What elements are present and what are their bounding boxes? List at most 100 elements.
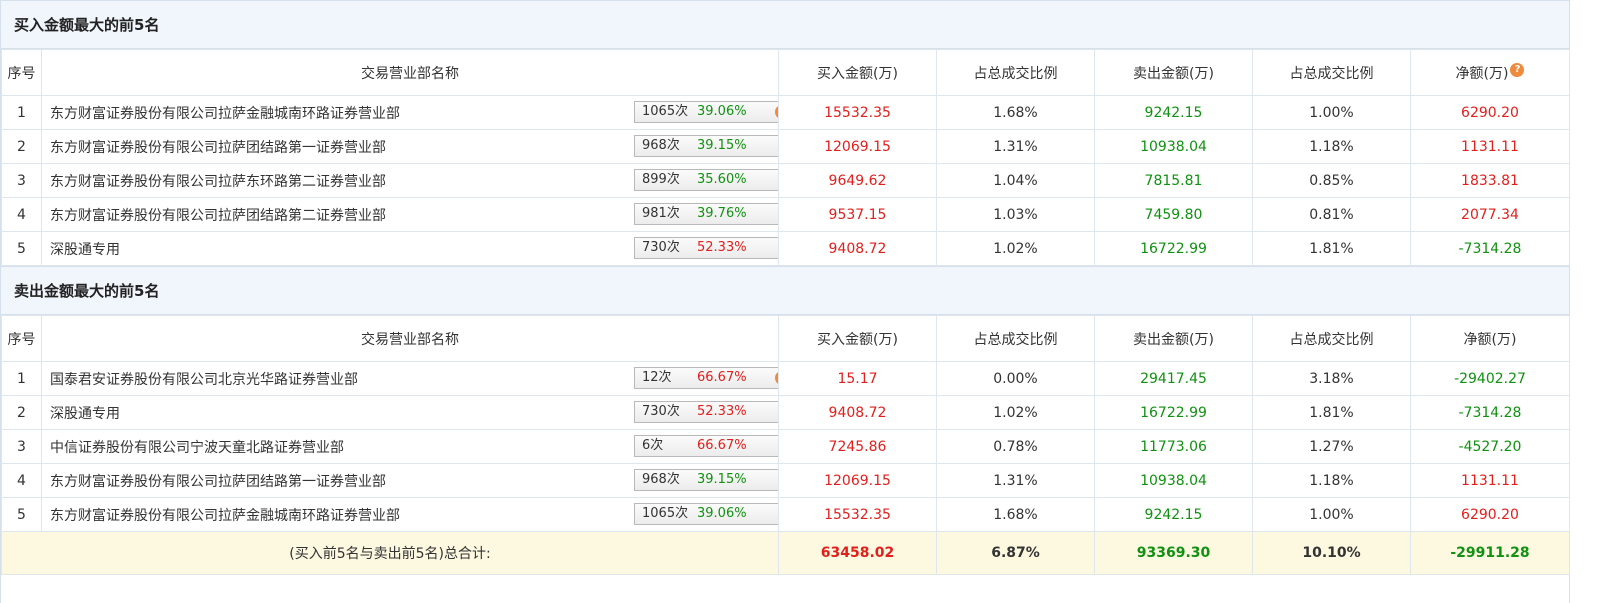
sell-ratio: 1.27% [1252, 429, 1411, 464]
broker-win-rate: 39.76% [697, 206, 747, 221]
row-no: 3 [1, 163, 42, 198]
broker-cell: 深股通专用 730次 52.33% [41, 395, 779, 430]
broker-count: 12次 [642, 370, 672, 385]
sell-amount: 16722.99 [1094, 231, 1253, 266]
broker-win-rate: 35.60% [697, 172, 747, 187]
buy-section-title: 买入金额最大的前5名 [1, 0, 1569, 49]
total-buy-ratio: 6.87% [936, 531, 1095, 575]
net-amount: 1833.81 [1410, 163, 1570, 198]
broker-name[interactable]: 深股通专用 [50, 242, 120, 258]
row-no: 5 [1, 231, 42, 266]
broker-count: 1065次 [642, 104, 689, 119]
col-sell-header: 卖出金额(万) [1094, 315, 1253, 362]
broker-stats-button[interactable]: 968次 39.15% [634, 135, 778, 157]
col-no-header: 序号 [1, 49, 42, 96]
broker-count: 6次 [642, 438, 664, 453]
total-buy: 63458.02 [778, 531, 937, 575]
sell-amount: 9242.15 [1094, 497, 1253, 532]
broker-win-rate: 39.15% [697, 472, 747, 487]
broker-stats-button[interactable]: 12次 66.67%? [634, 367, 778, 389]
broker-name[interactable]: 东方财富证券股份有限公司拉萨团结路第一证券营业部 [50, 140, 386, 156]
broker-stats-button[interactable]: 981次 39.76% [634, 203, 778, 225]
buy-ratio: 1.02% [936, 231, 1095, 266]
broker-cell: 东方财富证券股份有限公司拉萨团结路第一证券营业部 968次 39.15% [41, 463, 779, 498]
broker-stats-button[interactable]: 968次 39.15% [634, 469, 778, 491]
sell-top5-table: 序号 交易营业部名称 买入金额(万) 占总成交比例 卖出金额(万) 占总成交比例… [1, 315, 1570, 575]
sell-amount: 10938.04 [1094, 129, 1253, 164]
buy-ratio: 1.68% [936, 95, 1095, 130]
col-name-header: 交易营业部名称 [41, 315, 779, 362]
buy-amount: 7245.86 [778, 429, 937, 464]
broker-win-rate: 39.15% [697, 138, 747, 153]
broker-stats-button[interactable]: 6次 66.67% [634, 435, 778, 457]
buy-amount: 9649.62 [778, 163, 937, 198]
broker-name[interactable]: 东方财富证券股份有限公司拉萨金融城南环路证券营业部 [50, 508, 400, 524]
buy-amount: 12069.15 [778, 129, 937, 164]
broker-stats-button[interactable]: 730次 52.33% [634, 401, 778, 423]
net-header-label: 净额(万) [1455, 65, 1509, 82]
broker-name[interactable]: 国泰君安证券股份有限公司北京光华路证券营业部 [50, 372, 358, 388]
buy-amount: 12069.15 [778, 463, 937, 498]
table-row: 1 东方财富证券股份有限公司拉萨金融城南环路证券营业部 1065次 39.06%?15… [1, 95, 1570, 130]
broker-name[interactable]: 中信证券股份有限公司宁波天童北路证券营业部 [50, 440, 344, 456]
row-no: 1 [1, 361, 42, 396]
total-sell-ratio: 10.10% [1252, 531, 1411, 575]
broker-name[interactable]: 东方财富证券股份有限公司拉萨金融城南环路证券营业部 [50, 106, 400, 122]
help-icon[interactable]: ? [775, 105, 778, 119]
buy-amount: 9408.72 [778, 231, 937, 266]
sell-amount: 11773.06 [1094, 429, 1253, 464]
sell-ratio: 1.18% [1252, 463, 1411, 498]
net-amount: -4527.20 [1410, 429, 1570, 464]
buy-amount: 9537.15 [778, 197, 937, 232]
col-sell-header: 卖出金额(万) [1094, 49, 1253, 96]
help-icon[interactable]: ? [775, 371, 778, 385]
buy-ratio: 0.78% [936, 429, 1095, 464]
broker-count: 1065次 [642, 506, 689, 521]
table-row: 2 东方财富证券股份有限公司拉萨团结路第一证券营业部 968次 39.15% 12069… [1, 129, 1570, 164]
buy-ratio: 1.31% [936, 129, 1095, 164]
sell-ratio: 1.81% [1252, 231, 1411, 266]
col-buy-ratio-header: 占总成交比例 [936, 315, 1095, 362]
broker-win-rate: 52.33% [697, 240, 747, 255]
broker-stats-button[interactable]: 1065次 39.06%? [634, 101, 778, 123]
help-icon[interactable]: ? [1510, 62, 1525, 77]
sell-ratio: 1.81% [1252, 395, 1411, 430]
broker-win-rate: 52.33% [697, 404, 747, 419]
broker-cell: 东方财富证券股份有限公司拉萨金融城南环路证券营业部 1065次 39.06% [41, 497, 779, 532]
broker-cell: 东方财富证券股份有限公司拉萨金融城南环路证券营业部 1065次 39.06%? [41, 95, 779, 130]
broker-count: 730次 [642, 404, 680, 419]
net-amount: 1131.11 [1410, 463, 1570, 498]
buy-ratio: 1.02% [936, 395, 1095, 430]
sell-amount: 10938.04 [1094, 463, 1253, 498]
broker-stats-button[interactable]: 730次 52.33% [634, 237, 778, 259]
buy-ratio: 1.04% [936, 163, 1095, 198]
table-row: 5 东方财富证券股份有限公司拉萨金融城南环路证券营业部 1065次 39.06% 155… [1, 497, 1570, 532]
sell-header-row: 序号 交易营业部名称 买入金额(万) 占总成交比例 卖出金额(万) 占总成交比例… [1, 315, 1570, 362]
col-sell-ratio-header: 占总成交比例 [1252, 49, 1411, 96]
broker-count: 899次 [642, 172, 680, 187]
broker-name[interactable]: 深股通专用 [50, 406, 120, 422]
broker-cell: 东方财富证券股份有限公司拉萨东环路第二证券营业部 899次 35.60% [41, 163, 779, 198]
broker-win-rate: 66.67% [697, 438, 747, 453]
broker-stats-button[interactable]: 899次 35.60% [634, 169, 778, 191]
col-no-header: 序号 [1, 315, 42, 362]
broker-name[interactable]: 东方财富证券股份有限公司拉萨东环路第二证券营业部 [50, 174, 386, 190]
broker-name[interactable]: 东方财富证券股份有限公司拉萨团结路第一证券营业部 [50, 474, 386, 490]
col-net-header: 净额(万)? [1410, 49, 1570, 96]
broker-count: 968次 [642, 138, 680, 153]
row-no: 2 [1, 129, 42, 164]
broker-stats-button[interactable]: 1065次 39.06% [634, 503, 778, 525]
table-row: 1 国泰君安证券股份有限公司北京光华路证券营业部 12次 66.67%?15.170.… [1, 361, 1570, 396]
table-row: 4 东方财富证券股份有限公司拉萨团结路第二证券营业部 981次 39.76% 9537.… [1, 197, 1570, 232]
row-no: 3 [1, 429, 42, 464]
buy-ratio: 1.31% [936, 463, 1095, 498]
broker-cell: 国泰君安证券股份有限公司北京光华路证券营业部 12次 66.67%? [41, 361, 779, 396]
buy-header-row: 序号 交易营业部名称 买入金额(万) 占总成交比例 卖出金额(万) 占总成交比例… [1, 49, 1570, 96]
sell-amount: 29417.45 [1094, 361, 1253, 396]
broker-name[interactable]: 东方财富证券股份有限公司拉萨团结路第二证券营业部 [50, 208, 386, 224]
table-row: 3 东方财富证券股份有限公司拉萨东环路第二证券营业部 899次 35.60% 9649.… [1, 163, 1570, 198]
buy-ratio: 0.00% [936, 361, 1095, 396]
net-amount: 2077.34 [1410, 197, 1570, 232]
table-row: 2 深股通专用 730次 52.33% 9408.72 1.02% 16722.99 1.81… [1, 395, 1570, 430]
sell-ratio: 1.18% [1252, 129, 1411, 164]
